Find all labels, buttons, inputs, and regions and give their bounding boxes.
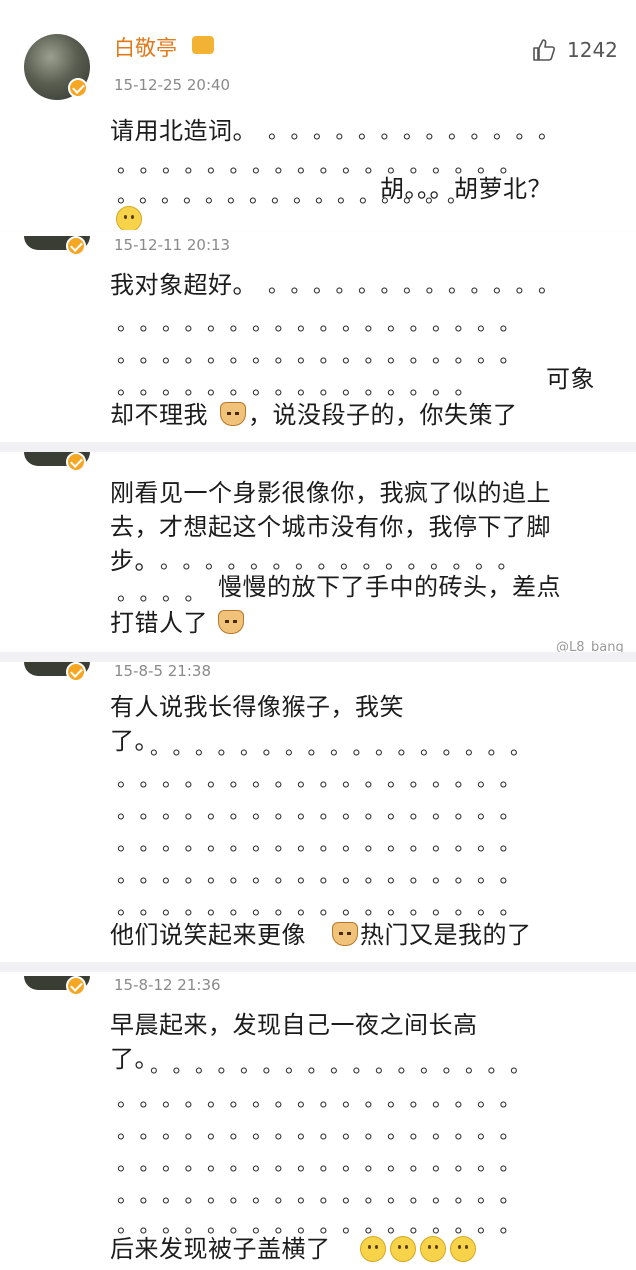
divider [0,442,636,452]
comment-text: 胡。。。胡萝北？ [380,175,552,203]
smile-emoji-icon [390,1236,416,1262]
comment-text: 慢慢的放下了手中的砖头，差点 [218,573,561,601]
timestamp: 15-12-11 20:13 [114,236,231,254]
thumbs-up-icon[interactable] [532,38,556,62]
comment-3: 刚看见一个身影很像你，我疯了似的追上 去，才想起这个城市没有你，我停下了脚 步。… [0,452,636,648]
smile-emoji-icon [450,1236,476,1262]
user-name[interactable]: 白敬亭 [114,32,177,62]
timestamp: 15-12-25 20:40 [114,76,231,94]
comment-text: 热门又是我的了 [360,921,532,949]
comment-text: 步。 [110,547,159,575]
ellipsis-dots: 。。。。。。。。。。。。。。。。。 [150,735,543,759]
comment-text: 去，才想起这个城市没有你，我停下了脚 [110,513,551,541]
comment-text: 可象 [546,365,595,393]
comment-text: 早晨起来，发现自己一夜之间长高 [110,1011,478,1039]
ellipsis-dots: 。。。。。。。。。。。。。。。。。。 [117,1183,532,1207]
verified-badge-icon [66,976,86,996]
comment-4: 15-8-5 21:38 有人说我长得像猴子，我笑 了。 。。。。。。。。。。。… [0,662,636,962]
ellipsis-dots: 。。。。。。。。。。。。。。。。。。 [117,767,532,791]
comment-text: 却不理我 [110,401,208,429]
comment-text: 有人说我长得像猴子，我笑 [110,693,404,721]
ellipsis-dots: 。。。。。。。。。。。。。。。。。。 [117,1119,532,1143]
ellipsis-dots: 。。。。。。。。。。。。。。。。。。 [117,1087,532,1111]
timestamp: 15-8-5 21:38 [114,662,211,680]
ellipsis-dots: 。。。。。。。。。。。。。 [268,273,571,297]
comment-text: 后来发现被子盖横了 [110,1235,331,1263]
smile-emoji-icon [116,206,142,230]
comment-text: 请用北造词。 [110,117,257,145]
ellipsis-dots: 。。。。。。。。。。。。。。。。。 [150,1053,543,1077]
ellipsis-dots: 。。。。。。。。。。。。。。。。。。 [117,831,532,855]
ellipsis-dots: 。。。。。。。。。。。。。。。。。。 [117,863,532,887]
smile-emoji-icon [420,1236,446,1262]
verified-badge-icon [66,452,86,472]
ellipsis-dots: 。。。。。。。。。。。。。。。。。。 [117,343,532,367]
verified-badge-icon [66,662,86,682]
comment-text: 我对象超好。 [110,271,257,299]
ellipsis-dots: 。。。。。。。。。。。。。。。。。。 [117,799,532,823]
comment-text: ，说没段子的，你失策了 [248,401,518,429]
vip-icon [192,36,214,54]
like-count[interactable]: 1242 [567,38,618,62]
smile-emoji-icon [360,1236,386,1262]
ellipsis-dots: 。。。。。。。。。。。。。。。。。。 [117,311,532,335]
divider [0,652,636,662]
comment-text: 刚看见一个身影很像你，我疯了似的追上 [110,479,551,507]
timestamp: 15-8-12 21:36 [114,976,221,994]
comment-text: 打错人了 [110,609,208,637]
comment-1: 白敬亭 1242 15-12-25 20:40 请用北造词。 。。。。。。。。。… [0,0,636,230]
verified-badge-icon [68,78,88,98]
divider [0,962,636,972]
comment-text: 他们说笑起来更像 [110,921,306,949]
ellipsis-dots: 。。。。。。。。。。。。。 [268,119,571,143]
ellipsis-dots: 。。。。。。。。。。。。。。。。。。 [117,1151,532,1175]
cat-emoji-icon [220,402,246,426]
comment-5: 15-8-12 21:36 早晨起来，发现自己一夜之间长高 了。 。。。。。。。… [0,972,636,1270]
cat-emoji-icon [218,610,244,634]
cat-emoji-icon [332,922,358,946]
ellipsis-dots: 。。。。 [117,581,217,605]
comment-2: 15-12-11 20:13 我对象超好。 。。。。。。。。。。。。。 。。。。… [0,232,636,442]
verified-badge-icon [66,236,86,256]
